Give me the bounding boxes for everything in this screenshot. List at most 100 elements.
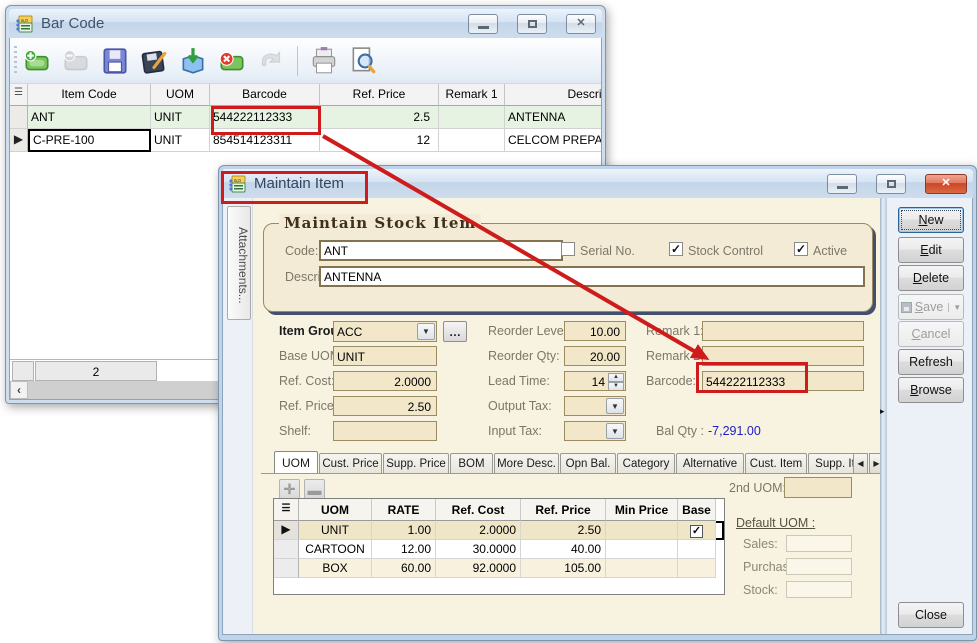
row-selector-header[interactable]: ☰ xyxy=(10,84,28,106)
chevron-down-icon[interactable]: ▼ xyxy=(606,423,624,439)
lead-time-field[interactable]: 14 ▲▼ xyxy=(564,371,626,391)
column-header[interactable]: Base xyxy=(678,499,716,521)
column-header[interactable]: Min Price xyxy=(606,499,678,521)
tab-category[interactable]: Category xyxy=(617,453,675,474)
column-header[interactable]: UOM xyxy=(299,499,372,521)
column-header[interactable]: Ref. Price xyxy=(521,499,606,521)
column-header[interactable]: Descri xyxy=(505,84,601,106)
uom-cell[interactable]: UNIT xyxy=(151,106,210,129)
default-uom-field[interactable] xyxy=(786,581,852,598)
uom-cell[interactable]: BOX xyxy=(299,559,372,578)
tab-scroll-left-icon[interactable]: ◀ xyxy=(853,453,868,474)
row-indicator[interactable] xyxy=(10,106,28,129)
remark1-cell[interactable] xyxy=(439,106,505,129)
shelf-field[interactable] xyxy=(333,421,437,441)
ref-price-cell[interactable]: 105.00 xyxy=(521,559,606,578)
input-tax-combo[interactable]: ▼ xyxy=(564,421,626,441)
chevron-down-icon[interactable]: ▼ xyxy=(417,323,435,340)
minimize-icon[interactable] xyxy=(827,174,857,194)
tab-uom[interactable]: UOM xyxy=(274,451,318,474)
remove-uom-button[interactable]: ▬ xyxy=(304,479,325,500)
ref-price-field[interactable]: 2.50 xyxy=(333,396,437,416)
column-header[interactable]: Item Code xyxy=(28,84,151,106)
column-header[interactable]: Barcode xyxy=(210,84,320,106)
panel-splitter[interactable]: ▸ xyxy=(880,198,887,634)
min-price-cell[interactable] xyxy=(606,540,678,559)
description-cell[interactable]: CELCOM PREPA xyxy=(505,129,601,152)
column-header[interactable]: Ref. Cost xyxy=(436,499,521,521)
uom-cell[interactable]: CARTOON xyxy=(299,540,372,559)
item-group-combo[interactable]: ACC ▼ xyxy=(333,321,437,342)
default-uom-field[interactable] xyxy=(786,535,852,552)
uom-grid-row[interactable]: CARTOON12.0030.000040.00 xyxy=(274,540,724,559)
default-uom-field[interactable] xyxy=(786,558,852,575)
tab-bom[interactable]: BOM xyxy=(450,453,493,474)
reorder-qty-field[interactable]: 20.00 xyxy=(564,346,626,366)
min-price-cell[interactable] xyxy=(606,521,678,540)
refresh-button[interactable]: Refresh xyxy=(898,349,964,375)
rate-cell[interactable]: 12.00 xyxy=(372,540,436,559)
ref-cost-cell[interactable]: 92.0000 xyxy=(436,559,521,578)
import-icon[interactable] xyxy=(178,46,208,76)
new-button[interactable]: New xyxy=(898,207,964,233)
tab-supp-price[interactable]: Supp. Price xyxy=(383,453,449,474)
uom-grid-row[interactable]: BOX60.0092.0000105.00 xyxy=(274,559,724,578)
base-checkbox-cell[interactable] xyxy=(678,540,716,559)
code-field[interactable]: ANT xyxy=(319,240,563,261)
output-tax-combo[interactable]: ▼ xyxy=(564,396,626,416)
barcode-titlebar[interactable]: a,o Bar Code ✕ xyxy=(9,9,602,38)
close-icon[interactable]: ✕ xyxy=(566,14,596,34)
row-selector-header[interactable]: ☰ xyxy=(274,499,299,521)
remark1-cell[interactable] xyxy=(439,129,505,152)
tab-cust-price[interactable]: Cust. Price xyxy=(319,453,382,474)
min-price-cell[interactable] xyxy=(606,559,678,578)
active-checkbox[interactable] xyxy=(794,242,808,256)
base-uom-field[interactable]: UNIT xyxy=(333,346,437,366)
stock-control-checkbox[interactable] xyxy=(669,242,683,256)
preview-icon[interactable] xyxy=(348,46,378,76)
reorder-level-field[interactable]: 10.00 xyxy=(564,321,626,341)
row-indicator[interactable] xyxy=(274,559,299,578)
tab-cust-item[interactable]: Cust. Item xyxy=(745,453,807,474)
tab-opn-bal-[interactable]: Opn Bal. xyxy=(560,453,616,474)
uom-cell[interactable]: UNIT xyxy=(299,521,372,540)
attachments-tab[interactable]: Attachments... xyxy=(227,206,251,320)
spinner[interactable]: ▲▼ xyxy=(608,373,624,389)
save-icon[interactable] xyxy=(100,46,130,76)
item-group-browse-button[interactable]: … xyxy=(443,321,467,342)
description-field[interactable]: ANTENNA xyxy=(319,266,865,287)
column-header[interactable]: UOM xyxy=(151,84,210,106)
close-button[interactable]: Close xyxy=(898,602,964,628)
base-checkbox[interactable]: ✓ xyxy=(690,525,703,538)
edit-button[interactable]: Edit xyxy=(898,237,964,263)
print-icon[interactable] xyxy=(309,46,339,76)
base-checkbox-cell[interactable]: ✓ xyxy=(678,521,716,540)
uom-grid-row[interactable]: ▶UNIT1.002.00002.50✓ xyxy=(274,521,724,540)
rate-cell[interactable]: 1.00 xyxy=(372,521,436,540)
delete-button[interactable]: Delete xyxy=(898,265,964,291)
uom-cell[interactable]: UNIT xyxy=(151,129,210,152)
second-uom-field[interactable] xyxy=(784,477,852,498)
base-checkbox-cell[interactable] xyxy=(678,559,716,578)
maximize-icon[interactable] xyxy=(876,174,906,194)
column-header[interactable]: RATE xyxy=(372,499,436,521)
ref-price-cell[interactable]: 2.5 xyxy=(320,106,439,129)
tab-alternative[interactable]: Alternative xyxy=(676,453,744,474)
splitter-expand-icon[interactable]: ▸ xyxy=(880,406,887,416)
rate-cell[interactable]: 60.00 xyxy=(372,559,436,578)
row-indicator[interactable]: ▶ xyxy=(10,129,28,152)
save-as-icon[interactable] xyxy=(139,46,169,76)
ref-cost-cell[interactable]: 30.0000 xyxy=(436,540,521,559)
ref-cost-field[interactable]: 2.0000 xyxy=(333,371,437,391)
ref-price-cell[interactable]: 40.00 xyxy=(521,540,606,559)
scroll-left-icon[interactable]: ‹ xyxy=(10,381,28,399)
description-cell[interactable]: ANTENNA xyxy=(505,106,601,129)
item-code-cell[interactable]: C-PRE-100 xyxy=(28,129,151,152)
tab-more-desc-[interactable]: More Desc. xyxy=(494,453,559,474)
ref-price-cell[interactable]: 2.50 xyxy=(521,521,606,540)
column-header[interactable]: Ref. Price xyxy=(320,84,439,106)
maximize-icon[interactable] xyxy=(517,14,547,34)
row-indicator[interactable] xyxy=(274,540,299,559)
minimize-icon[interactable] xyxy=(468,14,498,34)
chevron-down-icon[interactable]: ▼ xyxy=(606,398,624,414)
